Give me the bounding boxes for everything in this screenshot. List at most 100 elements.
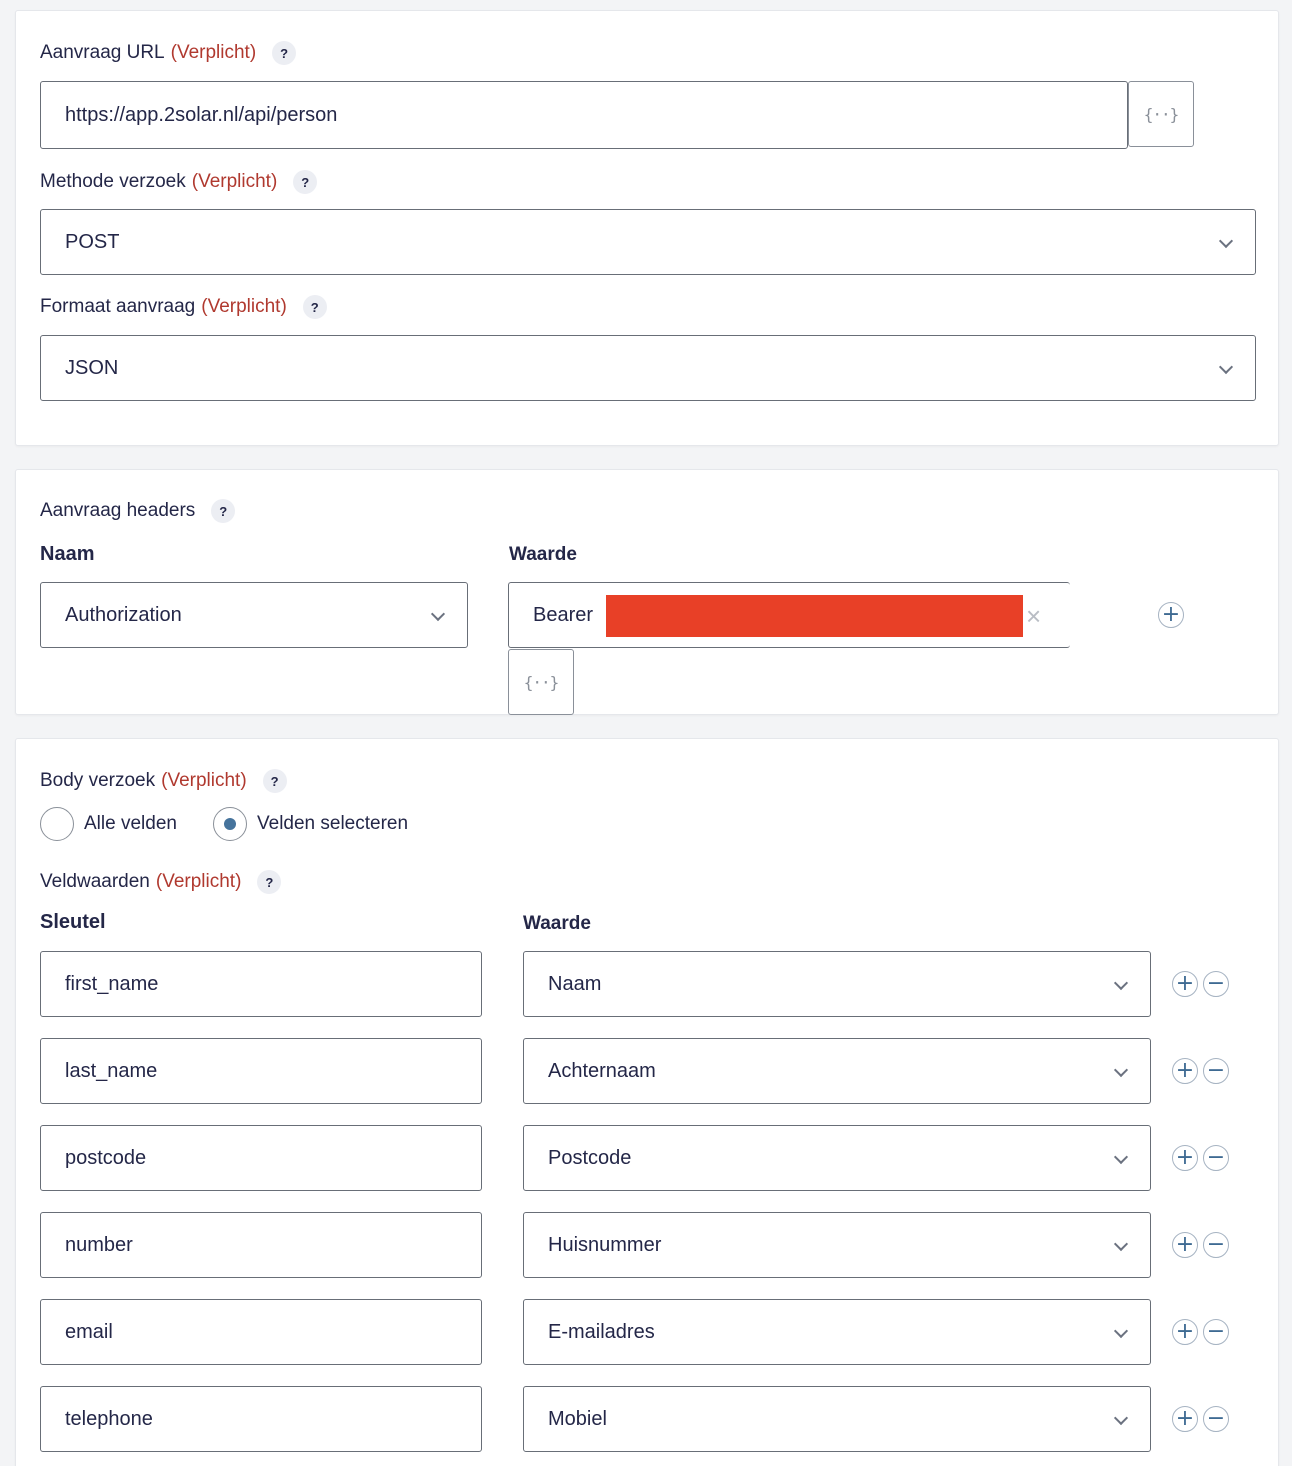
header-name-select[interactable]: Authorization bbox=[40, 582, 468, 648]
add-header-button[interactable]: + bbox=[1158, 602, 1184, 628]
required-marker: (Verplicht) bbox=[170, 42, 257, 63]
add-row-button[interactable]: + bbox=[1172, 1058, 1198, 1084]
field-key-value: last_name bbox=[65, 1059, 158, 1082]
minus-icon: − bbox=[1206, 1319, 1226, 1344]
required-marker: (Verplicht) bbox=[191, 171, 278, 192]
remove-row-button[interactable]: − bbox=[1203, 1058, 1229, 1084]
field-values-label: Veldwaarden (Verplicht) ? bbox=[40, 870, 282, 894]
field-key-value: email bbox=[65, 1320, 113, 1343]
request-body-panel: Body verzoek (Verplicht) ? Alle velden V… bbox=[15, 738, 1279, 1466]
chevron-down-icon bbox=[1113, 1149, 1129, 1165]
radio-all-fields[interactable]: Alle velden bbox=[40, 807, 177, 841]
request-headers-panel: Aanvraag headers ? Naam Waarde Authoriza… bbox=[15, 469, 1279, 715]
header-name-value: Authorization bbox=[65, 603, 182, 626]
body-label-text: Body verzoek bbox=[40, 770, 156, 791]
radio-circle-selected[interactable] bbox=[213, 807, 247, 841]
merge-tag-button[interactable]: {··} bbox=[508, 649, 574, 715]
url-label-text: Aanvraag URL bbox=[40, 42, 165, 63]
request-settings-panel: Aanvraag URL (Verplicht) ? https://app.2… bbox=[15, 10, 1279, 446]
url-input[interactable]: https://app.2solar.nl/api/person bbox=[40, 81, 1128, 149]
redacted-token bbox=[606, 595, 1023, 637]
add-row-button[interactable]: + bbox=[1172, 1406, 1198, 1432]
field-key-input[interactable]: telephone bbox=[40, 1386, 482, 1452]
remove-row-button[interactable]: − bbox=[1203, 1232, 1229, 1258]
help-icon[interactable]: ? bbox=[262, 769, 287, 793]
format-label-text: Formaat aanvraag bbox=[40, 296, 196, 317]
url-input-value: https://app.2solar.nl/api/person bbox=[65, 103, 338, 126]
radio-dot bbox=[224, 818, 236, 830]
help-icon[interactable]: ? bbox=[272, 41, 297, 65]
field-value-selected: Achternaam bbox=[548, 1059, 656, 1082]
field-key-input[interactable]: number bbox=[40, 1212, 482, 1278]
help-icon[interactable]: ? bbox=[211, 499, 236, 523]
help-icon[interactable]: ? bbox=[257, 870, 282, 894]
merge-tag-button[interactable]: {··} bbox=[1128, 81, 1194, 147]
help-icon[interactable]: ? bbox=[293, 170, 318, 194]
field-key-input[interactable]: first_name bbox=[40, 951, 482, 1017]
field-key-value: number bbox=[65, 1233, 133, 1256]
method-select-value: POST bbox=[65, 230, 120, 253]
field-value-select[interactable]: Mobiel bbox=[523, 1386, 1151, 1452]
method-label: Methode verzoek (Verplicht) ? bbox=[40, 170, 318, 194]
field-value-select[interactable]: Achternaam bbox=[523, 1038, 1151, 1104]
header-value-prefix: Bearer bbox=[533, 603, 594, 626]
plus-icon: + bbox=[1175, 1406, 1195, 1431]
method-label-text: Methode verzoek bbox=[40, 171, 186, 192]
field-value-select[interactable]: E-mailadres bbox=[523, 1299, 1151, 1365]
help-icon[interactable]: ? bbox=[302, 295, 327, 319]
radio-label: Alle velden bbox=[84, 813, 177, 834]
required-marker: (Verplicht) bbox=[161, 770, 247, 791]
required-marker: (Verplicht) bbox=[201, 296, 287, 317]
field-key-input[interactable]: email bbox=[40, 1299, 482, 1365]
field-value-select[interactable]: Huisnummer bbox=[523, 1212, 1151, 1278]
field-value-selected: Huisnummer bbox=[548, 1233, 662, 1256]
column-header-value: Waarde bbox=[509, 544, 577, 565]
field-value-selected: Postcode bbox=[548, 1146, 632, 1169]
minus-icon: − bbox=[1206, 1058, 1226, 1083]
format-select-value: JSON bbox=[65, 356, 119, 379]
method-select[interactable]: POST bbox=[40, 209, 1256, 275]
chevron-down-icon bbox=[1113, 1236, 1129, 1252]
chevron-down-icon bbox=[1113, 975, 1129, 991]
add-row-button[interactable]: + bbox=[1172, 1319, 1198, 1345]
radio-circle[interactable] bbox=[40, 807, 74, 841]
remove-row-button[interactable]: − bbox=[1203, 971, 1229, 997]
field-key-value: telephone bbox=[65, 1407, 153, 1430]
minus-icon: − bbox=[1206, 1232, 1226, 1257]
remove-row-button[interactable]: − bbox=[1203, 1145, 1229, 1171]
field-value-selected: Naam bbox=[548, 972, 602, 995]
add-row-button[interactable]: + bbox=[1172, 1232, 1198, 1258]
headers-label: Aanvraag headers ? bbox=[40, 499, 236, 523]
plus-icon: + bbox=[1175, 971, 1195, 996]
field-value-selected: Mobiel bbox=[548, 1407, 607, 1430]
minus-icon: − bbox=[1206, 1406, 1226, 1431]
url-label: Aanvraag URL (Verplicht) ? bbox=[40, 41, 297, 65]
add-row-button[interactable]: + bbox=[1172, 971, 1198, 997]
chevron-down-icon bbox=[1113, 1062, 1129, 1078]
plus-icon: + bbox=[1175, 1058, 1195, 1083]
merge-tag-icon: {··} bbox=[1143, 104, 1180, 124]
field-value-select[interactable]: Postcode bbox=[523, 1125, 1151, 1191]
remove-row-button[interactable]: − bbox=[1203, 1319, 1229, 1345]
chevron-down-icon bbox=[1113, 1323, 1129, 1339]
minus-icon: − bbox=[1206, 971, 1226, 996]
add-row-button[interactable]: + bbox=[1172, 1145, 1198, 1171]
chevron-down-icon bbox=[1113, 1410, 1129, 1426]
chevron-down-icon bbox=[1218, 233, 1234, 249]
plus-icon: + bbox=[1175, 1232, 1195, 1257]
field-value-select[interactable]: Naam bbox=[523, 951, 1151, 1017]
field-key-value: first_name bbox=[65, 972, 159, 995]
field-key-input[interactable]: last_name bbox=[40, 1038, 482, 1104]
clear-icon[interactable]: × bbox=[1026, 603, 1041, 629]
headers-label-text: Aanvraag headers bbox=[40, 500, 196, 521]
chevron-down-icon bbox=[1218, 359, 1234, 375]
field-key-input[interactable]: postcode bbox=[40, 1125, 482, 1191]
field-key-value: postcode bbox=[65, 1146, 147, 1169]
format-select[interactable]: JSON bbox=[40, 335, 1256, 401]
format-label: Formaat aanvraag (Verplicht) ? bbox=[40, 295, 327, 319]
remove-row-button[interactable]: − bbox=[1203, 1406, 1229, 1432]
radio-select-fields[interactable]: Velden selecteren bbox=[213, 807, 408, 841]
plus-icon: + bbox=[1175, 1145, 1195, 1170]
body-label: Body verzoek (Verplicht) ? bbox=[40, 769, 287, 793]
chevron-down-icon bbox=[430, 606, 446, 622]
